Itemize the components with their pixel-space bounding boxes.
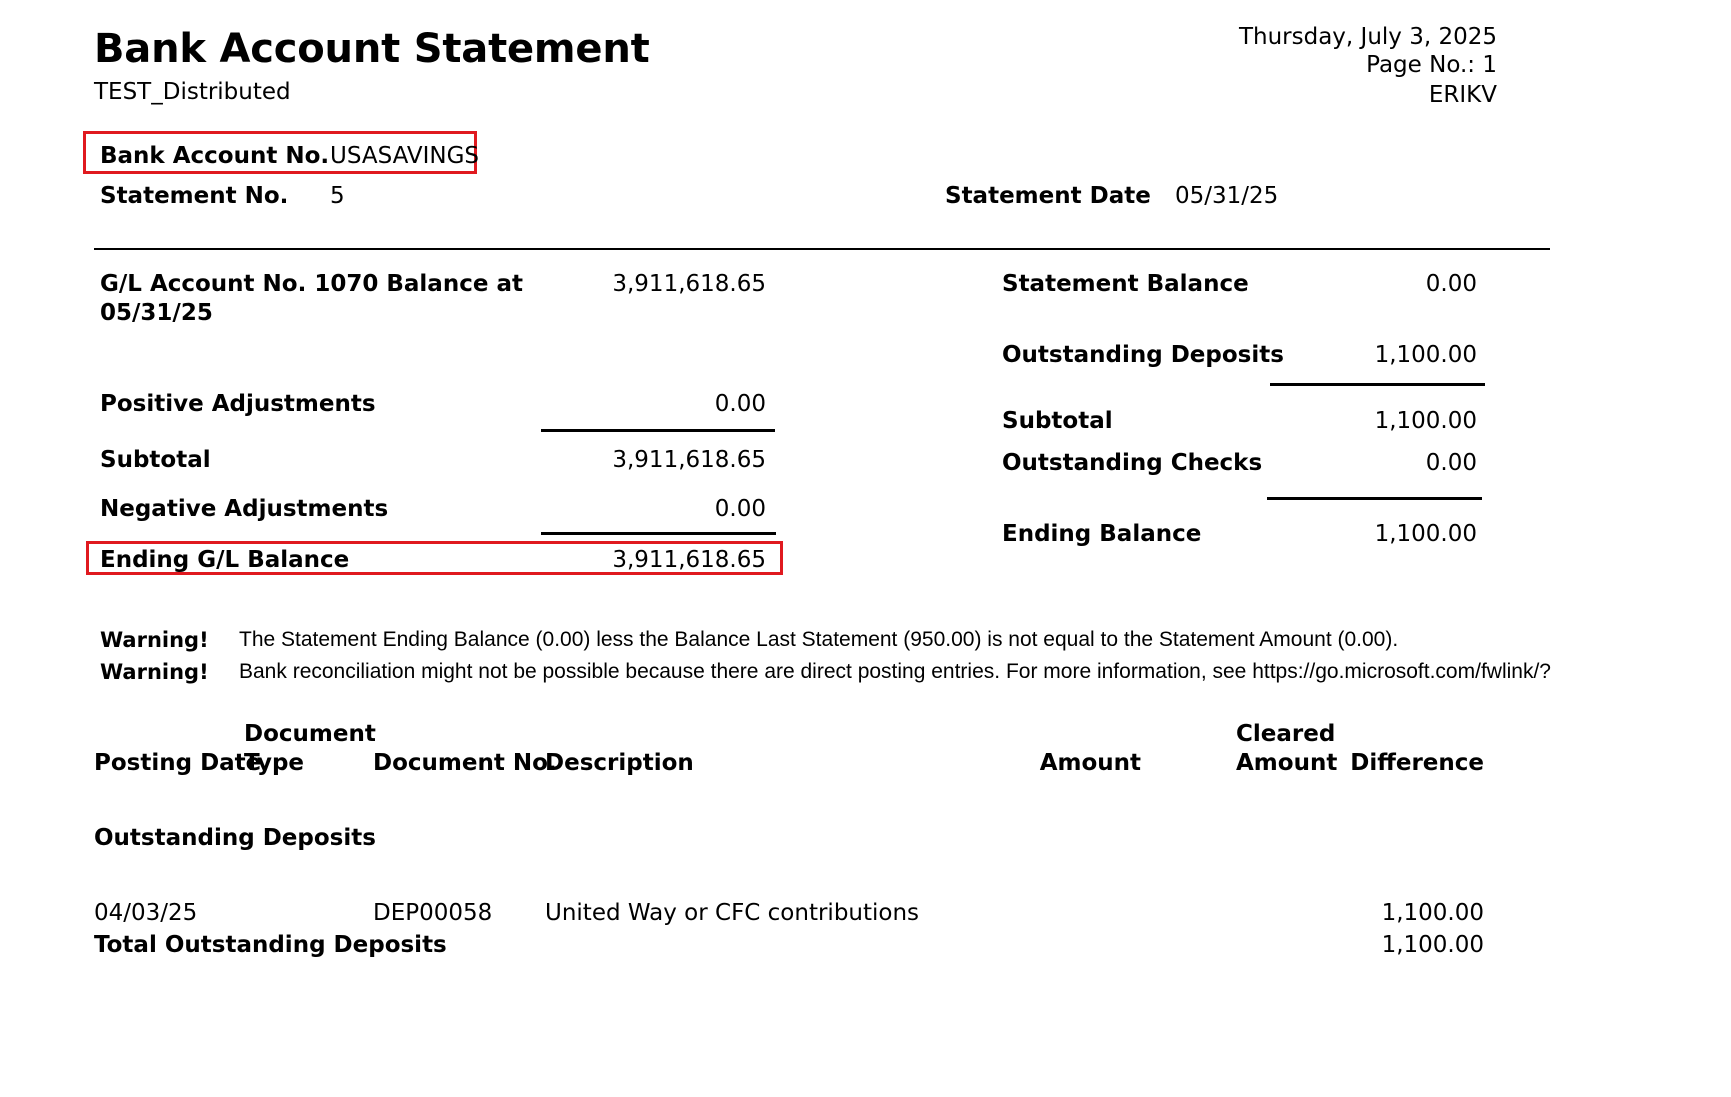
page-number: Page No.: 1	[1366, 52, 1497, 78]
statement-subtotal-value: 1,100.00	[1374, 408, 1477, 434]
subtotal-rule-left	[541, 429, 775, 432]
cell-document-no: DEP00058	[373, 900, 493, 926]
company-name: TEST_Distributed	[94, 79, 291, 105]
statement-subtotal-label: Subtotal	[1002, 408, 1113, 434]
total-outstanding-deposits-value: 1,100.00	[1381, 932, 1484, 958]
outstanding-deposits-value: 1,100.00	[1374, 342, 1477, 368]
gl-balance-date: 05/31/25	[100, 300, 213, 326]
warning-text: The Statement Ending Balance (0.00) less…	[239, 628, 1399, 651]
statement-balance-value: 0.00	[1425, 271, 1477, 297]
subtotal-rule-right	[1270, 383, 1485, 386]
section-divider	[94, 248, 1550, 250]
column-header-description: Description	[545, 750, 694, 776]
bank-account-value: USASAVINGS	[330, 143, 480, 169]
ending-gl-rule	[541, 532, 776, 535]
warning-label: Warning!	[100, 628, 209, 652]
statement-no-label: Statement No.	[100, 183, 289, 209]
statement-balance-label: Statement Balance	[1002, 271, 1249, 297]
positive-adjustments-label: Positive Adjustments	[100, 391, 376, 417]
statement-no-value: 5	[330, 183, 345, 209]
user-id: ERIKV	[1428, 82, 1497, 108]
ending-balance-label: Ending Balance	[1002, 521, 1202, 547]
column-header-cleared-amount: Amount	[1236, 750, 1338, 776]
gl-subtotal-value: 3,911,618.65	[612, 447, 766, 473]
warning-text: Bank reconciliation might not be possibl…	[239, 660, 1551, 683]
gl-subtotal-label: Subtotal	[100, 447, 211, 473]
negative-adjustments-value: 0.00	[714, 496, 766, 522]
ending-gl-balance-label: Ending G/L Balance	[100, 547, 350, 573]
gl-balance-value: 3,911,618.65	[612, 271, 766, 297]
negative-adjustments-label: Negative Adjustments	[100, 496, 389, 522]
outstanding-checks-label: Outstanding Checks	[1002, 450, 1263, 476]
outstanding-checks-value: 0.00	[1425, 450, 1477, 476]
total-outstanding-deposits-label: Total Outstanding Deposits	[94, 932, 447, 958]
statement-date-label: Statement Date	[945, 183, 1151, 209]
bank-account-label: Bank Account No.	[100, 143, 330, 169]
statement-date-value: 05/31/25	[1175, 183, 1279, 209]
positive-adjustments-value: 0.00	[714, 391, 766, 417]
ending-balance-value: 1,100.00	[1374, 521, 1477, 547]
column-header-cleared-amount: Cleared	[1236, 721, 1336, 747]
column-header-posting-date: Posting Date	[94, 750, 262, 776]
report-date: Thursday, July 3, 2025	[1238, 24, 1497, 50]
cell-posting-date: 04/03/25	[94, 900, 198, 926]
column-header-document-type: Document	[244, 721, 376, 747]
gl-balance-label: G/L Account No. 1070 Balance at	[100, 271, 523, 297]
column-header-amount: Amount	[1039, 750, 1141, 776]
report-title: Bank Account Statement	[94, 26, 650, 72]
group-title-outstanding-deposits: Outstanding Deposits	[94, 825, 376, 851]
cell-description: United Way or CFC contributions	[545, 900, 920, 926]
column-header-document-type: Type	[244, 750, 305, 776]
column-header-difference: Difference	[1350, 750, 1484, 776]
outstanding-deposits-label: Outstanding Deposits	[1002, 342, 1284, 368]
column-header-document-no: Document No.	[373, 750, 557, 776]
ending-balance-rule	[1267, 497, 1482, 500]
ending-gl-balance-value: 3,911,618.65	[612, 547, 766, 573]
cell-difference: 1,100.00	[1381, 900, 1484, 926]
warning-label: Warning!	[100, 660, 209, 684]
